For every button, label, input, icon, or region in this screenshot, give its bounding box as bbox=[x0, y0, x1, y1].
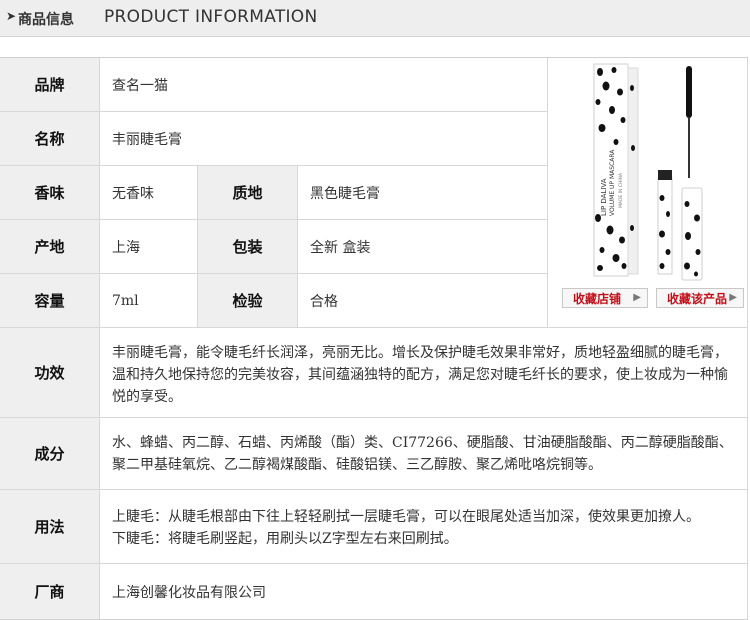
box-text-product: VOLUME UP MASCARA bbox=[609, 149, 616, 216]
label-package: 包装 bbox=[198, 220, 298, 274]
play-arrow-icon: ▶ bbox=[729, 292, 737, 303]
favorite-product-label: 收藏该产品 bbox=[667, 291, 728, 306]
label-texture: 质地 bbox=[198, 166, 298, 220]
value-brand: 查名一猫 bbox=[100, 58, 548, 112]
label-usage: 用法 bbox=[0, 490, 100, 564]
value-maker: 上海创馨化妆品有限公司 bbox=[100, 564, 748, 619]
label-origin: 产地 bbox=[0, 220, 100, 274]
label-brand: 品牌 bbox=[0, 58, 100, 112]
label-capacity: 容量 bbox=[0, 274, 100, 328]
label-name: 名称 bbox=[0, 112, 100, 166]
mascara-tube bbox=[681, 187, 703, 281]
mascara-product-image: LIP DALIVA VOLUME UP MASCARA MADE IN CHI… bbox=[593, 63, 703, 281]
value-origin: 上海 bbox=[100, 220, 198, 274]
favorite-store-button[interactable]: 收藏店铺 ▶ bbox=[562, 288, 648, 308]
mascara-box: LIP DALIVA VOLUME UP MASCARA MADE IN CHI… bbox=[593, 63, 639, 277]
value-effect: 丰丽睫毛膏，能令睫毛纤长润泽，亮丽无比。增长及保护睫毛效果非常好，质地轻盈细腻的… bbox=[100, 328, 748, 418]
label-maker: 厂商 bbox=[0, 564, 100, 619]
value-package: 全新 盒装 bbox=[298, 220, 548, 274]
label-scent: 香味 bbox=[0, 166, 100, 220]
box-text-origin: MADE IN CHINA bbox=[618, 172, 624, 208]
usage-upper-lashes: 上睫毛：从睫毛根部由下往上轻轻刷拭一层睫毛膏，可以在眼尾处适当加深，使效果更加撩… bbox=[112, 509, 700, 525]
product-image-cell: LIP DALIVA VOLUME UP MASCARA MADE IN CHI… bbox=[548, 58, 748, 328]
arrow-icon: ➤ bbox=[6, 9, 17, 23]
favorite-product-button[interactable]: 收藏该产品 ▶ bbox=[656, 288, 744, 308]
section-header: ➤ 商品信息 PRODUCT INFORMATION bbox=[0, 0, 750, 37]
section-title-en: PRODUCT INFORMATION bbox=[104, 7, 318, 27]
label-effect: 功效 bbox=[0, 328, 100, 418]
favorite-store-label: 收藏店铺 bbox=[573, 291, 622, 306]
value-scent: 无香味 bbox=[100, 166, 198, 220]
box-text-brand: LIP DALIVA bbox=[600, 178, 608, 216]
value-inspection: 合格 bbox=[298, 274, 548, 328]
label-ingredients: 成分 bbox=[0, 418, 100, 490]
section-title-cn: 商品信息 bbox=[18, 12, 74, 28]
value-capacity: 7ml bbox=[100, 274, 198, 328]
usage-lower-lashes: 下睫毛：将睫毛刷竖起，用刷头以Z字型左右来回刷拭。 bbox=[112, 531, 458, 547]
label-inspection: 检验 bbox=[198, 274, 298, 328]
value-name: 丰丽睫毛膏 bbox=[100, 112, 548, 166]
value-usage: 上睫毛：从睫毛根部由下往上轻轻刷拭一层睫毛膏，可以在眼尾处适当加深，使效果更加撩… bbox=[100, 490, 748, 564]
value-ingredients: 水、蜂蜡、丙二醇、石蜡、丙烯酸（酯）类、CI77266、硬脂酸、甘油硬脂酸酯、丙… bbox=[100, 418, 748, 490]
play-arrow-icon: ▶ bbox=[633, 292, 641, 303]
product-info-table: 品牌 查名一猫 名称 丰丽睫毛膏 香味 无香味 质地 黑色睫毛膏 产地 上海 包… bbox=[0, 57, 748, 620]
value-texture: 黑色睫毛膏 bbox=[298, 166, 548, 220]
